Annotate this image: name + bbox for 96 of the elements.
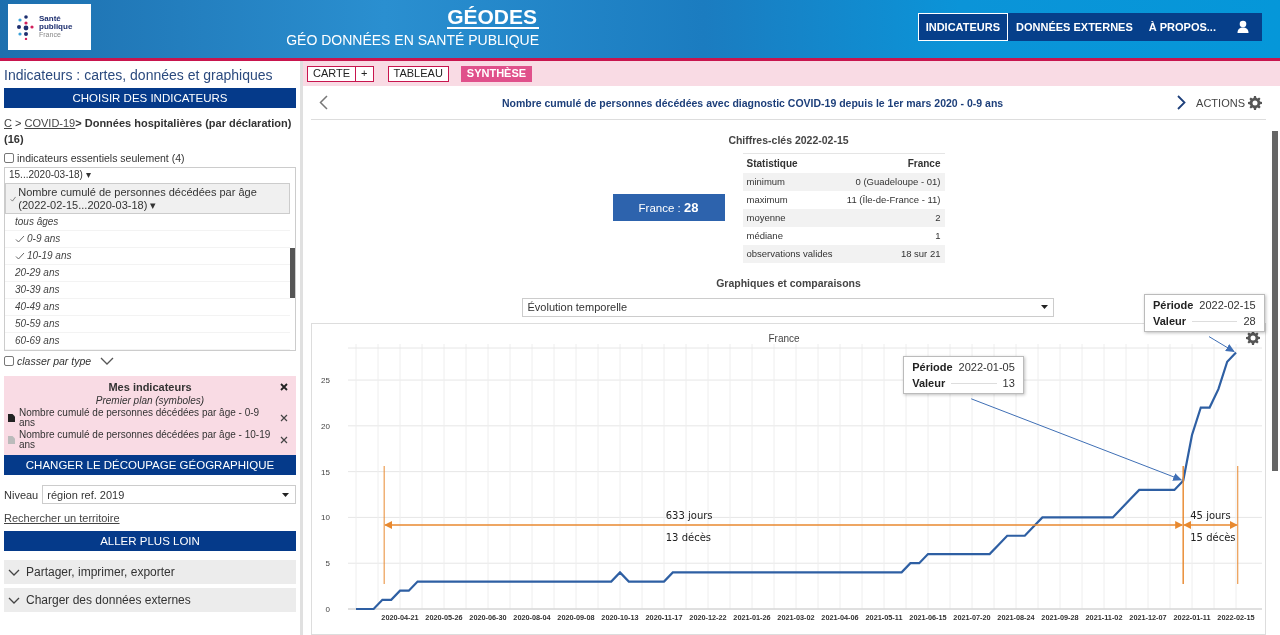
axis-tick-label: 0 [325,604,330,614]
annotation-label: 633 jours [665,509,713,521]
caret-icon [282,492,289,497]
section-header: CHOISIR DES INDICATEURS [4,88,296,108]
level-select[interactable]: région ref. 2019 [42,485,296,504]
nav-link[interactable]: INDICATEURS [917,13,1008,41]
document-icon [8,414,15,422]
column-header: France [839,153,945,173]
axis-tick-label: 15 [321,467,330,477]
table-cell: observations valides [742,244,840,263]
table-cell: moyenne [742,208,840,227]
section-header: ALLER PLUS LOIN [4,531,296,551]
breadcrumb-link[interactable]: COVID-19 [24,117,76,129]
view-tab[interactable]: SYNTHÈSE [460,65,533,82]
view-tab[interactable]: TABLEAU [387,65,449,82]
nav-link[interactable]: DONNÉES EXTERNES [1008,13,1141,41]
checkbox-label: classer par type [17,354,92,367]
indicator-name: Nombre cumulé de personnes décédées par âge - 10-19 ans [19,430,272,450]
panel-title: Indicateurs : cartes, données et graphiques [4,66,274,85]
list-subitem[interactable]: 0-9 ans [5,231,290,248]
table-cell: 1 [839,226,945,245]
annotation-label: 13 décès [665,531,712,543]
accordion-header[interactable]: Charger des données externes [4,588,296,612]
search-link[interactable]: Rechercher un territoire [4,512,296,524]
field-label: Niveau [4,488,39,501]
document-icon [8,436,15,444]
tooltip-value: 13 [1002,377,1015,390]
caret-icon [1040,305,1048,309]
chevron-down-icon [8,568,20,576]
axis-tick-label: 10 [321,512,330,522]
chevron-down-icon[interactable] [100,356,115,365]
tooltip-label: Valeur [912,377,946,390]
scrollbar[interactable] [290,248,295,298]
tooltip-value: 2022-01-05 [958,361,1015,374]
list-subitem[interactable]: tous âges [5,214,290,231]
section-title: Graphiques et comparaisons [716,276,861,289]
indicator-title: Nombre cumulé de personnes décédées avec diagnostic COVID-19 depuis le 1er mars 2020 - 0-9 ans [500,96,1005,109]
view-tab[interactable]: CARTE [307,65,357,82]
list-subitem[interactable]: 20-29 ans [5,265,290,282]
list-subitem[interactable]: 10-19 ans [5,248,290,265]
actions-button[interactable]: ACTIONS [1196,95,1262,110]
table-cell: minimum [742,172,840,191]
check-icon [10,194,17,203]
view-tab[interactable]: + [355,65,374,82]
checkbox[interactable] [4,355,14,366]
section-header: CHANGER LE DÉCOUPAGE GÉOGRAPHIQUE [4,455,296,475]
annotation-label: 15 décès [1190,531,1236,543]
tooltip-label: Période [912,361,953,374]
annotation-label: 45 jours [1190,509,1231,521]
list-subitem[interactable]: 40-49 ans [5,299,290,316]
table-cell: médiane [742,226,840,245]
settings-icon [1248,95,1262,110]
table-cell: 2 [839,208,945,227]
list-subitem[interactable]: 30-39 ans [5,282,290,299]
tooltip-label: Valeur [1153,315,1187,328]
tooltip-value: 2022-02-15 [1199,299,1256,312]
checkbox-label: indicateurs essentiels seulement (4) [17,151,185,164]
chart-type-select[interactable]: Évolution temporelle [521,297,1054,317]
scrollbar[interactable] [1272,131,1278,471]
accordion-header[interactable]: Partager, imprimer, exporter [4,560,296,584]
panel-title: Mes indicateurs [108,380,192,393]
list-item[interactable]: 15...2020-03-18) ▾ [5,168,290,183]
chart-title: France [768,332,800,344]
table-cell: 18 sur 21 [839,244,945,263]
panel-subtitle: Premier plan (symboles) [94,394,206,408]
close-icon[interactable] [280,414,288,422]
table-cell: maximum [742,190,840,209]
chevron-right-icon[interactable] [1177,95,1187,110]
nav-link[interactable]: À PROPOS... [1140,13,1224,41]
logo-text: publique [39,23,73,31]
close-icon[interactable] [280,436,288,444]
close-icon[interactable] [280,383,288,391]
value-badge: France : 28 [612,194,725,222]
logo-dots-icon [16,14,36,40]
tooltip-label: Période [1153,299,1194,312]
axis-tick-label: 5 [325,558,330,568]
site-title: GÉODES [447,6,539,29]
tooltip-value: 28 [1243,315,1256,328]
column-header: Statistique [742,153,840,173]
logo-text: Santé [39,15,62,23]
table-cell: 11 (Île-de-France - 11) [839,190,945,209]
section-title: Chiffres-clés 2022-02-15 [728,134,849,146]
pointer-arrow [1208,335,1235,352]
list-subitem[interactable]: 50-59 ans [5,316,290,333]
site-subtitle: GÉO DONNÉES EN SANTÉ PUBLIQUE [286,32,539,48]
table-cell: 0 (Guadeloupe - 01) [839,172,945,191]
list-subitem[interactable]: 60-69 ans [5,333,290,350]
axis-tick-label: 20 [321,421,330,431]
list-item[interactable]: Nombre cumulé de personnes décédées par âge (2022-02-15...2020-03-18) ▾ [5,183,290,214]
breadcrumb-link[interactable]: C [4,117,12,129]
axis-tick-label: 25 [321,375,330,385]
chevron-down-icon [8,596,20,604]
breadcrumb: C > COVID-19> Données hospitalières (par déclaration) (16) [4,116,293,147]
checkbox[interactable] [4,152,14,163]
chevron-left-icon[interactable] [319,95,328,110]
indicator-name: Nombre cumulé de personnes décédées par âge - 0-9 ans [19,408,261,428]
